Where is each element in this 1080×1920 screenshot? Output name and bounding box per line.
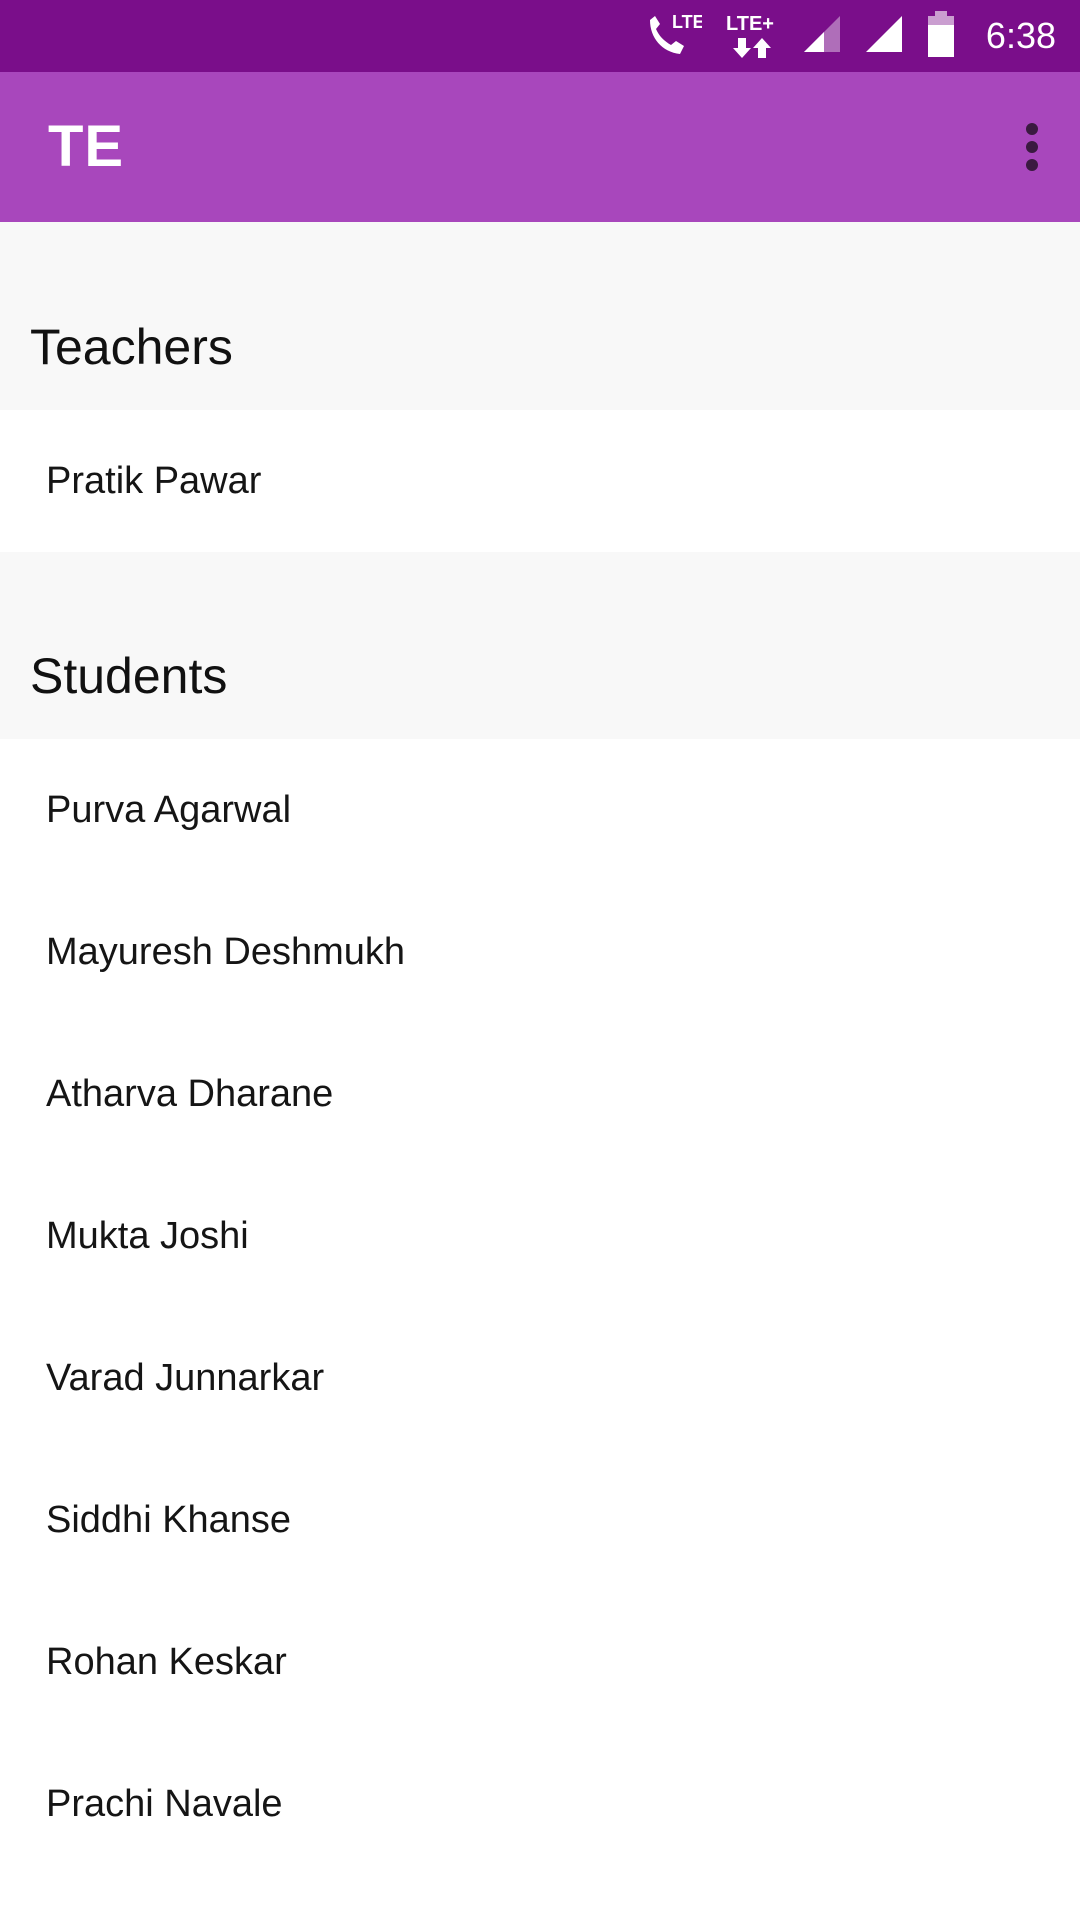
signal-full-icon: [864, 14, 904, 59]
section-title: Students: [30, 648, 228, 704]
svg-text:LTE: LTE: [672, 12, 702, 32]
volte-call-icon: LTE: [642, 8, 705, 65]
svg-text:LTE+: LTE+: [726, 13, 774, 35]
list-item[interactable]: Rohan Keskar: [0, 1591, 1080, 1733]
list-item[interactable]: Siddhi Khanse: [0, 1449, 1080, 1591]
status-time: 6:38: [985, 15, 1056, 56]
status-bar: LTE LTE+ 6:38: [0, 0, 1080, 72]
battery-icon: [926, 10, 956, 62]
lte-plus-data-icon: LTE+: [724, 8, 780, 65]
list-item[interactable]: Pratik Pawar: [0, 410, 1080, 552]
app-bar: TE: [0, 72, 1080, 222]
more-vert-icon: [1026, 123, 1038, 171]
list-item[interactable]: Purva Agarwal: [0, 739, 1080, 881]
list-item[interactable]: Atharva Dharane: [0, 1023, 1080, 1165]
list-item[interactable]: Varad Junnarkar: [0, 1307, 1080, 1449]
section-header-students: Students: [0, 552, 1080, 739]
list-item[interactable]: Mayuresh Deshmukh: [0, 881, 1080, 1023]
signal-weak-icon: [802, 14, 842, 59]
app-title: TE: [48, 114, 125, 179]
section-header-teachers: Teachers: [0, 222, 1080, 410]
content-list: Teachers Pratik Pawar Students Purva Aga…: [0, 222, 1080, 1875]
status-icons: LTE LTE+ 6:38: [620, 0, 1056, 72]
overflow-menu-button[interactable]: [1002, 117, 1062, 177]
list-item[interactable]: Prachi Navale: [0, 1733, 1080, 1875]
list-item[interactable]: Mukta Joshi: [0, 1165, 1080, 1307]
section-title: Teachers: [30, 319, 233, 375]
